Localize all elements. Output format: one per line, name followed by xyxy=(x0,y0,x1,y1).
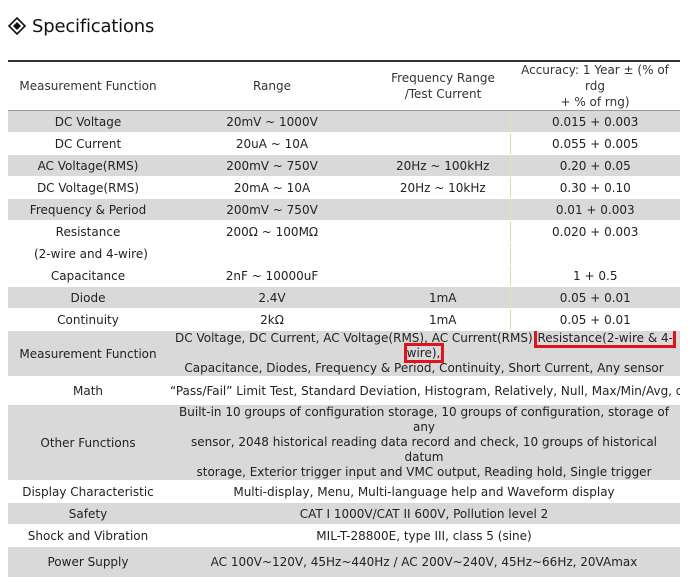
table-row: DC Current 20uA ~ 10A 0.055 + 0.005 xyxy=(8,132,680,155)
shock-label: Shock and Vibration xyxy=(8,524,168,547)
row-frequency xyxy=(376,110,510,133)
other-functions-label: Other Functions xyxy=(8,404,168,481)
row-range: 200mV ~ 750V xyxy=(168,154,376,177)
shock-row: Shock and Vibration MIL-T-28800E, type I… xyxy=(8,524,680,547)
math-value: “Pass/Fail” Limit Test, Standard Deviati… xyxy=(168,376,680,405)
table-row: DC Voltage 20mV ~ 1000V 0.015 + 0.003 xyxy=(8,110,680,133)
row-range: 2kΩ xyxy=(168,308,376,331)
row-range: 20mA ~ 10A xyxy=(168,176,376,199)
row-frequency xyxy=(376,132,510,155)
display-label: Display Characteristic xyxy=(8,480,168,503)
row-accuracy: 0.05 + 0.01 xyxy=(509,286,680,309)
row-range: 20uA ~ 10A xyxy=(168,132,376,155)
row-frequency: 20Hz ~ 100kHz xyxy=(376,154,510,177)
safety-value: CAT I 1000V/CAT II 600V, Pollution level… xyxy=(168,502,680,525)
row-frequency: 1mA xyxy=(376,286,510,309)
row-accuracy: 0.055 + 0.005 xyxy=(509,132,680,155)
display-row: Display Characteristic Multi-display, Me… xyxy=(8,480,680,503)
power-row: Power Supply AC 100V~120V, 45Hz~440Hz / … xyxy=(8,546,680,578)
measurement-function-label: Measurement Function xyxy=(8,330,168,377)
table-row: Capacitance 2nF ~ 10000uF 1 + 0.5 xyxy=(8,264,680,287)
other-functions-value: Built-in 10 groups of configuration stor… xyxy=(168,404,680,481)
row-function: DC Current xyxy=(8,132,168,155)
diamond-bullet-icon xyxy=(8,17,26,35)
measurement-function-value: DC Voltage, DC Current, AC Voltage(RMS),… xyxy=(168,330,680,377)
row-accuracy: 0.05 + 0.01 xyxy=(509,308,680,331)
row-accuracy xyxy=(509,242,680,265)
row-range: 2nF ~ 10000uF xyxy=(168,264,376,287)
row-accuracy: 0.020 + 0.003 xyxy=(509,220,680,243)
row-accuracy: 1 + 0.5 xyxy=(509,264,680,287)
table-row: Continuity 2kΩ 1mA 0.05 + 0.01 xyxy=(8,308,680,331)
row-range xyxy=(168,242,376,265)
row-frequency xyxy=(376,242,510,265)
math-row: Math “Pass/Fail” Limit Test, Standard De… xyxy=(8,376,680,405)
row-range: 2.4V xyxy=(168,286,376,309)
table-row: Diode 2.4V 1mA 0.05 + 0.01 xyxy=(8,286,680,309)
row-function: (2-wire and 4-wire) xyxy=(8,242,168,265)
section-title: Specifications xyxy=(8,12,154,40)
other-functions-row: Other Functions Built-in 10 groups of co… xyxy=(8,404,680,481)
safety-label: Safety xyxy=(8,502,168,525)
math-label: Math xyxy=(8,376,168,405)
row-function: Capacitance xyxy=(8,264,168,287)
table-row: DC Voltage(RMS) 20mA ~ 10A 20Hz ~ 10kHz … xyxy=(8,176,680,199)
row-frequency xyxy=(376,198,510,221)
row-frequency: 1mA xyxy=(376,308,510,331)
power-value: AC 100V~120V, 45Hz~440Hz / AC 200V~240V,… xyxy=(168,546,680,578)
table-row: (2-wire and 4-wire) xyxy=(8,242,680,265)
row-frequency xyxy=(376,220,510,243)
page-title: Specifications xyxy=(32,15,155,37)
table-header-row: Measurement Function Range Frequency Ran… xyxy=(8,62,680,111)
table-row: AC Voltage(RMS) 200mV ~ 750V 20Hz ~ 100k… xyxy=(8,154,680,177)
row-range: 20mV ~ 1000V xyxy=(168,110,376,133)
header-accuracy: Accuracy: 1 Year ± (% of rdg + % of rng) xyxy=(510,62,680,111)
row-function: AC Voltage(RMS) xyxy=(8,154,168,177)
row-range: 200Ω ~ 100MΩ xyxy=(168,220,376,243)
row-function: Diode xyxy=(8,286,168,309)
row-function: Continuity xyxy=(8,308,168,331)
row-accuracy: 0.30 + 0.10 xyxy=(509,176,680,199)
row-function: Frequency & Period xyxy=(8,198,168,221)
header-frequency: Frequency Range/Test Current xyxy=(376,62,510,111)
specifications-table: Measurement Function Range Frequency Ran… xyxy=(8,62,680,578)
safety-row: Safety CAT I 1000V/CAT II 600V, Pollutio… xyxy=(8,502,680,525)
table-row: Frequency & Period 200mV ~ 750V 0.01 + 0… xyxy=(8,198,680,221)
row-range: 200mV ~ 750V xyxy=(168,198,376,221)
row-accuracy: 0.01 + 0.003 xyxy=(509,198,680,221)
row-accuracy: 0.20 + 0.05 xyxy=(509,154,680,177)
row-frequency: 20Hz ~ 10kHz xyxy=(376,176,510,199)
display-value: Multi-display, Menu, Multi-language help… xyxy=(168,480,680,503)
row-function: DC Voltage(RMS) xyxy=(8,176,168,199)
row-accuracy: 0.015 + 0.003 xyxy=(509,110,680,133)
row-function: DC Voltage xyxy=(8,110,168,133)
row-frequency xyxy=(376,264,510,287)
row-function: Resistance xyxy=(8,220,168,243)
power-label: Power Supply xyxy=(8,546,168,578)
header-function: Measurement Function xyxy=(8,62,168,111)
header-range: Range xyxy=(168,62,376,111)
table-row: Resistance 200Ω ~ 100MΩ 0.020 + 0.003 xyxy=(8,220,680,243)
measurement-function-row: Measurement Function DC Voltage, DC Curr… xyxy=(8,330,680,377)
shock-value: MIL-T-28800E, type III, class 5 (sine) xyxy=(168,524,680,547)
